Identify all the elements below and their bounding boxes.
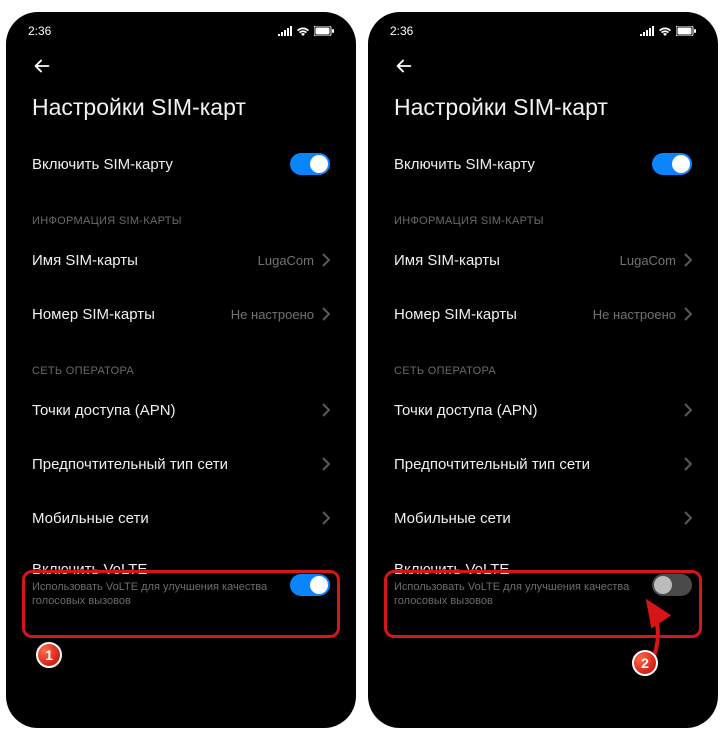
row-label: Точки доступа (APN) <box>32 402 322 419</box>
battery-icon <box>676 26 696 36</box>
wifi-icon <box>658 26 672 36</box>
section-sim-info: ИНФОРМАЦИЯ SIM-КАРТЫ <box>12 191 350 233</box>
row-sim-name[interactable]: Имя SIM-карты LugaCom <box>12 233 350 287</box>
status-time: 2:36 <box>28 24 51 38</box>
row-apn[interactable]: Точки доступа (APN) <box>12 383 350 437</box>
chevron-right-icon <box>322 457 330 471</box>
row-volte[interactable]: Включить VoLTE Использовать VoLTE для ул… <box>12 545 350 625</box>
row-enable-sim[interactable]: Включить SIM-карту <box>12 137 350 191</box>
page-title: Настройки SIM-карт <box>12 88 350 137</box>
row-label: Предпочтительный тип сети <box>394 456 684 473</box>
row-label: Точки доступа (APN) <box>394 402 684 419</box>
row-enable-sim[interactable]: Включить SIM-карту <box>374 137 712 191</box>
signal-icon <box>278 26 292 36</box>
section-sim-info: ИНФОРМАЦИЯ SIM-КАРТЫ <box>374 191 712 233</box>
status-icons <box>278 26 334 36</box>
toggle-enable-sim[interactable] <box>652 153 692 175</box>
row-label: Включить VoLTE <box>394 561 652 578</box>
battery-icon <box>314 26 334 36</box>
row-sim-number[interactable]: Номер SIM-карты Не настроено <box>12 287 350 341</box>
toggle-volte[interactable] <box>290 574 330 596</box>
row-mobile-networks[interactable]: Мобильные сети <box>374 491 712 545</box>
row-value: Не настроено <box>231 307 314 322</box>
row-pref-network[interactable]: Предпочтительный тип сети <box>12 437 350 491</box>
row-subtitle: Использовать VoLTE для улучшения качеств… <box>394 580 652 609</box>
row-apn[interactable]: Точки доступа (APN) <box>374 383 712 437</box>
toggle-enable-sim[interactable] <box>290 153 330 175</box>
row-label: Предпочтительный тип сети <box>32 456 322 473</box>
row-label: Имя SIM-карты <box>394 252 620 269</box>
row-label: Номер SIM-карты <box>394 306 593 323</box>
status-time: 2:36 <box>390 24 413 38</box>
chevron-right-icon <box>684 511 692 525</box>
nav-bar <box>374 44 712 88</box>
row-label: Имя SIM-карты <box>32 252 258 269</box>
row-label: Мобильные сети <box>394 510 684 527</box>
signal-icon <box>640 26 654 36</box>
chevron-right-icon <box>322 403 330 417</box>
phone-frame: 2:36 Настройки SIM-карт Включить SIM-кар… <box>6 12 356 728</box>
chevron-right-icon <box>684 307 692 321</box>
row-sim-name[interactable]: Имя SIM-карты LugaCom <box>374 233 712 287</box>
chevron-right-icon <box>684 253 692 267</box>
phone-frame: 2:36 Настройки SIM-карт Включить SIM-кар… <box>368 12 718 728</box>
screen-left: 2:36 Настройки SIM-карт Включить SIM-кар… <box>12 18 350 722</box>
row-sim-number[interactable]: Номер SIM-карты Не настроено <box>374 287 712 341</box>
settings-list: Включить SIM-карту ИНФОРМАЦИЯ SIM-КАРТЫ … <box>12 137 350 722</box>
row-label: Включить SIM-карту <box>32 156 290 173</box>
row-value: Не настроено <box>593 307 676 322</box>
row-subtitle: Использовать VoLTE для улучшения качеств… <box>32 580 290 609</box>
chevron-right-icon <box>684 457 692 471</box>
arrow-left-icon <box>393 55 415 77</box>
back-button[interactable] <box>24 48 60 84</box>
row-pref-network[interactable]: Предпочтительный тип сети <box>374 437 712 491</box>
chevron-right-icon <box>322 307 330 321</box>
row-volte[interactable]: Включить VoLTE Использовать VoLTE для ул… <box>374 545 712 625</box>
row-label: Включить SIM-карту <box>394 156 652 173</box>
row-label: Включить VoLTE <box>32 561 290 578</box>
nav-bar <box>12 44 350 88</box>
screen-right: 2:36 Настройки SIM-карт Включить SIM-кар… <box>374 18 712 722</box>
status-bar: 2:36 <box>374 18 712 44</box>
row-mobile-networks[interactable]: Мобильные сети <box>12 491 350 545</box>
row-value: LugaCom <box>620 253 676 268</box>
arrow-left-icon <box>31 55 53 77</box>
page-title: Настройки SIM-карт <box>374 88 712 137</box>
row-label: Номер SIM-карты <box>32 306 231 323</box>
chevron-right-icon <box>322 253 330 267</box>
section-operator-net: СЕТЬ ОПЕРАТОРА <box>374 341 712 383</box>
status-icons <box>640 26 696 36</box>
chevron-right-icon <box>322 511 330 525</box>
row-value: LugaCom <box>258 253 314 268</box>
wifi-icon <box>296 26 310 36</box>
row-label: Мобильные сети <box>32 510 322 527</box>
toggle-volte[interactable] <box>652 574 692 596</box>
back-button[interactable] <box>386 48 422 84</box>
settings-list: Включить SIM-карту ИНФОРМАЦИЯ SIM-КАРТЫ … <box>374 137 712 722</box>
status-bar: 2:36 <box>12 18 350 44</box>
section-operator-net: СЕТЬ ОПЕРАТОРА <box>12 341 350 383</box>
chevron-right-icon <box>684 403 692 417</box>
